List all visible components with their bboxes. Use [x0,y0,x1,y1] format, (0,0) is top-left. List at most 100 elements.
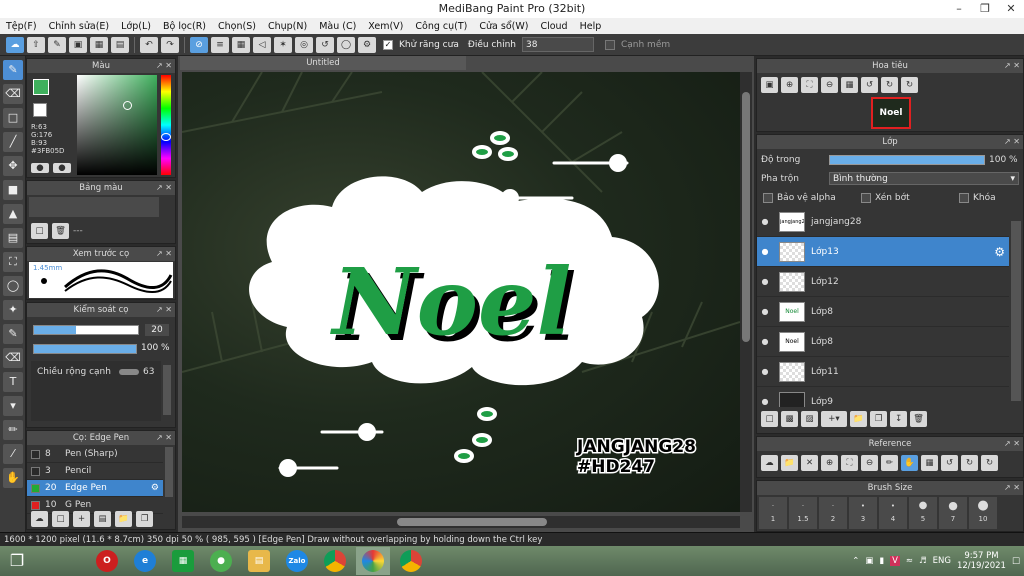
layer-list-scrollbar[interactable] [1011,221,1021,401]
clipping-checkbox[interactable] [861,193,871,203]
panel-close-icon[interactable]: ↗ ✕ [1004,135,1020,149]
brush-settings-icon[interactable]: ⚙ [151,483,159,493]
rotate-left-ref-icon[interactable]: ↺ [941,455,958,471]
store-icon[interactable]: ▦ [166,547,200,575]
merge-layer-icon[interactable]: ↧ [890,411,907,427]
hue-slider-handle[interactable] [161,133,171,141]
brush-size-slider[interactable] [33,325,139,335]
panel-close-icon[interactable]: ↗ ✕ [1004,59,1020,73]
brush-row[interactable]: 3 Pencil [27,463,163,480]
new-brush-icon[interactable]: □ [52,511,69,527]
flip-icon[interactable]: ▦ [841,77,858,93]
menu-edit[interactable]: Chỉnh sửa(E) [43,21,116,32]
select-rect-tool-icon[interactable]: ⛶ [3,252,23,272]
brush-opacity-slider[interactable] [33,344,137,354]
bucket-tool-icon[interactable]: ▲ [3,204,23,224]
panel-close-icon[interactable]: ↗ ✕ [156,59,172,73]
folder-layer-icon[interactable]: 📁 [850,411,867,427]
app-green-icon[interactable]: ● [204,547,238,575]
wifi-icon[interactable]: ≈ [906,556,913,566]
menu-tools[interactable]: Công cụ(T) [409,21,473,32]
duplicate-layer-icon[interactable]: ❐ [870,411,887,427]
brush-size-cell[interactable]: · 1.5 [789,497,817,529]
chrome-profile-icon[interactable] [394,547,428,575]
protect-alpha-checkbox[interactable] [763,193,773,203]
shape-tool-icon[interactable]: □ [3,108,23,128]
snap-circle-icon[interactable]: ◎ [295,36,313,53]
smooth-edge-checkbox[interactable] [604,39,615,50]
menu-select[interactable]: Chọn(S) [212,21,262,32]
menu-file[interactable]: Tệp(F) [0,21,43,32]
blend-mode-select[interactable]: Bình thường ▾ [829,172,1019,185]
brush-size-value[interactable]: 20 [145,324,169,336]
rotate-right-icon[interactable]: ↻ [901,77,918,93]
cloud-icon[interactable]: ☁ [6,36,24,53]
layer-row[interactable]: ● jangjang28 jangjang28 [757,207,1009,237]
horizontal-scrollbar[interactable] [182,516,740,528]
brush-tool-icon[interactable]: ✎ [3,60,23,80]
panel-close-icon[interactable]: ↗ ✕ [156,247,172,261]
notification-icon[interactable]: □ [1012,556,1020,566]
eye-icon[interactable]: ● [757,307,773,316]
eye-icon[interactable]: ● [757,397,773,406]
panel-close-icon[interactable]: ↗ ✕ [156,181,172,195]
snap-cross-icon[interactable]: ▦ [232,36,250,53]
menu-layer[interactable]: Lớp(L) [115,21,157,32]
snap-vanish-icon[interactable]: ◁ [253,36,271,53]
zoom-in-icon[interactable]: ⊕ [781,77,798,93]
grid-icon[interactable]: ▦ [90,36,108,53]
add-color-icon[interactable]: ● [31,163,49,173]
canvas-tab[interactable]: Untitled [180,56,466,70]
brush-size-cell[interactable]: ● 10 [969,497,997,529]
lasso-tool-icon[interactable]: ◯ [3,276,23,296]
zoom-fit-icon[interactable]: ▣ [761,77,778,93]
color-picker-cursor[interactable] [123,101,132,110]
layer-opacity-slider[interactable] [829,155,985,165]
layer-row-selected[interactable]: ● Lớp13 ⚙ [757,237,1009,267]
restore-icon[interactable]: ❐ [972,0,998,18]
layer-settings-icon[interactable]: ⚙ [994,245,1005,259]
windows-start-icon[interactable]: ❐ [0,547,34,575]
close-icon[interactable]: ✕ [998,0,1024,18]
vertical-scroll-thumb[interactable] [742,92,750,342]
panel-close-icon[interactable]: ↗ ✕ [156,431,172,445]
color-saturation-field[interactable] [77,75,157,175]
panel-close-icon[interactable]: ↗ ✕ [156,303,172,317]
snap-off-icon[interactable]: ⊘ [190,36,208,53]
battery-icon[interactable]: ▮ [879,556,884,566]
window-icon[interactable]: ▣ [69,36,87,53]
brush-row-selected[interactable]: 20 Edge Pen ⚙ [27,480,163,497]
lock-checkbox[interactable] [959,193,969,203]
hand-ref-icon[interactable]: ✋ [901,455,918,471]
snap-radial-icon[interactable]: ✶ [274,36,292,53]
edge-width-slider[interactable] [119,369,139,375]
layer-row[interactable]: ● Lớp11 [757,357,1009,387]
fit-window-icon[interactable]: ⛶ [801,77,818,93]
brush-size-cell[interactable]: · 2 [819,497,847,529]
dropper2-tool-icon[interactable]: ⁄ [3,444,23,464]
brush-size-cell[interactable]: · 1 [759,497,787,529]
select-pen-tool-icon[interactable]: ✎ [3,324,23,344]
language-indicator[interactable]: ENG [933,556,951,566]
menu-help[interactable]: Help [574,21,608,32]
eye-icon[interactable]: ● [757,337,773,346]
hand-tool-icon[interactable]: ✋ [3,468,23,488]
chrome-icon[interactable] [318,547,352,575]
panel-close-icon[interactable]: ↗ ✕ [1004,481,1020,495]
brush-size-cell[interactable]: • 4 [879,497,907,529]
brush-options-scrollbar[interactable] [163,365,171,415]
fill-rect-tool-icon[interactable]: ■ [3,180,23,200]
copy-brush-icon[interactable]: ▤ [94,511,111,527]
eye-icon[interactable]: ● [757,217,773,226]
vertical-scrollbar[interactable] [740,72,752,512]
folder-icon[interactable]: 📁 [115,511,132,527]
hue-slider[interactable] [161,75,171,175]
edge-icon[interactable]: e [128,547,162,575]
eye-icon[interactable]: ● [757,277,773,286]
magic-wand-tool-icon[interactable]: ✦ [3,300,23,320]
zoom-out-icon[interactable]: ⊖ [821,77,838,93]
horizontal-scroll-thumb[interactable] [397,518,547,526]
adjust-select[interactable]: 38 [521,37,594,52]
layer-row[interactable]: ● Noel Lớp8 [757,297,1009,327]
palette-area[interactable] [29,197,159,217]
